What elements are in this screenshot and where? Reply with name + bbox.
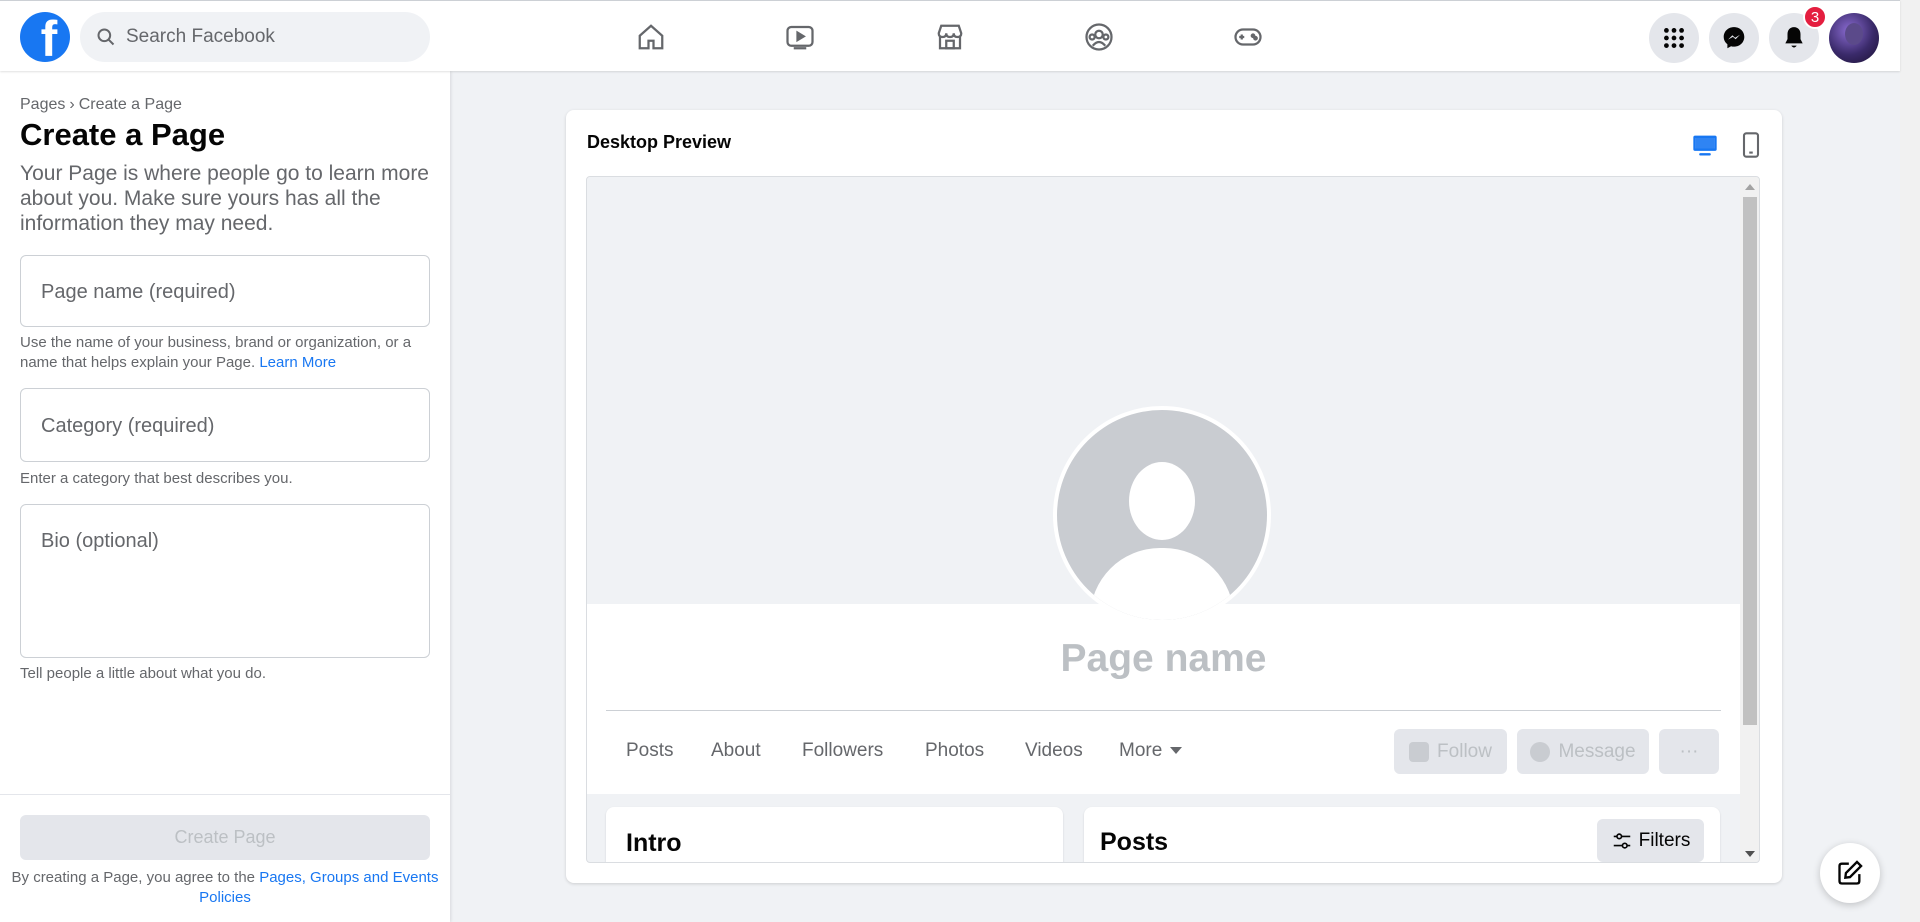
page-title: Create a Page xyxy=(20,117,226,152)
desktop-icon xyxy=(1693,135,1717,156)
marketplace-nav-button[interactable] xyxy=(928,15,972,59)
page-name-field[interactable]: Page name (required) xyxy=(20,255,430,327)
page-subtitle: Your Page is where people go to learn mo… xyxy=(20,162,429,235)
breadcrumb-pages[interactable]: Pages xyxy=(20,96,65,113)
gaming-nav-button[interactable] xyxy=(1226,15,1270,59)
search-icon xyxy=(97,28,115,46)
preview-page-name: Page name xyxy=(1060,637,1267,680)
category-placeholder: Category (required) xyxy=(41,415,215,437)
follow-icon xyxy=(1409,741,1430,762)
search-input[interactable]: Search Facebook xyxy=(126,26,275,48)
mobile-icon xyxy=(1742,132,1760,158)
desktop-preview-card: Desktop Preview Page name Posts About Fo… xyxy=(566,110,1782,883)
posts-card: Posts Filters xyxy=(1084,807,1720,862)
notifications-button[interactable]: 3 xyxy=(1769,5,1827,63)
category-hint: Enter a category that best describes you… xyxy=(20,470,293,487)
bio-field[interactable]: Bio (optional) xyxy=(20,504,430,658)
mobile-view-toggle[interactable] xyxy=(1736,130,1766,160)
preview-title: Desktop Preview xyxy=(587,132,732,152)
breadcrumb-separator: › xyxy=(69,96,75,113)
tab-more[interactable]: More xyxy=(1119,740,1183,762)
messenger-icon xyxy=(1723,27,1745,49)
watch-icon xyxy=(786,25,814,50)
top-navigation-bar: f Search Facebook 3 xyxy=(0,0,1900,71)
breadcrumb: Pages › Create a Page xyxy=(20,96,182,114)
tab-about[interactable]: About xyxy=(711,740,761,762)
messenger-button[interactable] xyxy=(1709,13,1759,63)
filters-button[interactable]: Filters xyxy=(1597,819,1704,862)
create-page-button[interactable]: Create Page xyxy=(20,815,430,860)
message-label: Message xyxy=(1558,740,1636,762)
tab-posts[interactable]: Posts xyxy=(626,740,674,762)
profile-picture xyxy=(1053,406,1271,624)
scroll-down-arrow-icon[interactable] xyxy=(1745,851,1755,857)
messenger-icon xyxy=(1530,741,1551,762)
marketplace-icon xyxy=(937,24,963,50)
page-scrollbar[interactable] xyxy=(1900,0,1920,922)
category-field[interactable]: Category (required) xyxy=(20,388,430,462)
message-button[interactable]: Message xyxy=(1517,729,1649,774)
home-nav-button[interactable] xyxy=(629,15,673,59)
learn-more-link[interactable]: Learn More xyxy=(259,354,336,371)
groups-nav-button[interactable] xyxy=(1077,15,1121,59)
tab-followers[interactable]: Followers xyxy=(802,740,883,762)
grid-menu-icon xyxy=(1664,28,1684,48)
tab-more-label: More xyxy=(1119,740,1163,761)
facebook-logo[interactable]: f xyxy=(20,12,70,62)
follow-label: Follow xyxy=(1437,740,1492,762)
menu-button[interactable] xyxy=(1649,13,1699,63)
intro-card: Intro xyxy=(606,807,1063,862)
watch-nav-button[interactable] xyxy=(778,15,822,59)
account-avatar[interactable] xyxy=(1829,13,1879,63)
filters-label: Filters xyxy=(1638,829,1691,851)
terms-text: By creating a Page, you agree to the Pag… xyxy=(10,868,440,908)
follow-button[interactable]: Follow xyxy=(1394,729,1507,774)
caret-down-icon xyxy=(1170,747,1183,755)
filters-icon xyxy=(1613,832,1630,849)
intro-title: Intro xyxy=(626,829,682,857)
tab-photos[interactable]: Photos xyxy=(925,740,984,762)
page-name-placeholder: Page name (required) xyxy=(41,281,236,303)
home-icon xyxy=(638,24,664,50)
compose-icon xyxy=(1838,860,1863,885)
more-options-button[interactable]: ··· xyxy=(1659,729,1719,774)
bell-icon xyxy=(1785,27,1803,48)
tabs-divider xyxy=(606,710,1721,711)
bio-placeholder: Bio (optional) xyxy=(41,530,159,552)
default-avatar-icon xyxy=(1057,410,1267,620)
tab-videos[interactable]: Videos xyxy=(1025,740,1083,762)
breadcrumb-create-page: Create a Page xyxy=(78,96,182,113)
page-name-hint: Use the name of your business, brand or … xyxy=(20,333,430,373)
bio-hint: Tell people a little about what you do. xyxy=(20,665,266,682)
posts-title: Posts xyxy=(1100,828,1169,856)
preview-scrollbar[interactable] xyxy=(1740,177,1759,862)
notification-badge: 3 xyxy=(1803,5,1827,29)
gaming-icon xyxy=(1234,28,1262,46)
scrollbar-thumb[interactable] xyxy=(1743,197,1757,725)
create-page-form-panel: Pages › Create a Page Create a Page Your P… xyxy=(0,71,450,922)
scroll-up-arrow-icon[interactable] xyxy=(1745,184,1755,190)
search-bar[interactable]: Search Facebook xyxy=(80,12,430,62)
create-page-footer: Create Page By creating a Page, you agre… xyxy=(0,794,450,922)
page-preview-frame: Page name Posts About Followers Photos V… xyxy=(586,176,1760,863)
page-name-hint-text: Use the name of your business, brand or … xyxy=(20,334,412,371)
terms-prefix: By creating a Page, you agree to the xyxy=(11,869,256,886)
groups-icon xyxy=(1085,23,1113,51)
facebook-logo-letter: f xyxy=(40,12,58,62)
new-message-button[interactable] xyxy=(1820,843,1880,903)
desktop-view-toggle[interactable] xyxy=(1690,130,1720,160)
